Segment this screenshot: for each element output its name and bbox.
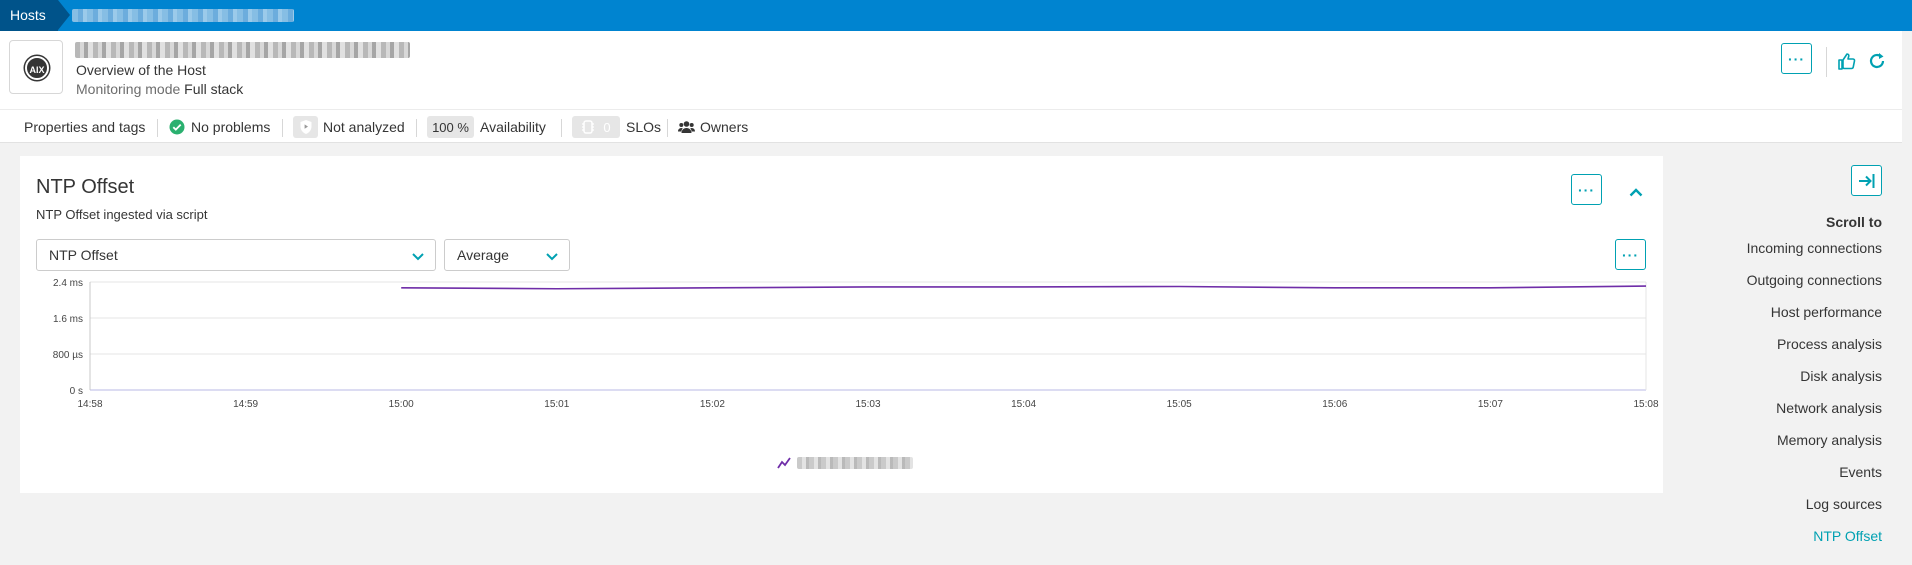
metric-select[interactable]: NTP Offset <box>36 239 436 271</box>
problems-status[interactable]: No problems <box>169 110 270 144</box>
metric-select-value: NTP Offset <box>49 247 118 263</box>
problems-label: No problems <box>191 119 271 135</box>
monitoring-mode-label: Monitoring mode <box>76 81 181 97</box>
divider <box>157 119 158 137</box>
host-name-redacted <box>75 42 410 58</box>
host-header: AIX Overview of the Host Monitoring mode… <box>0 31 1902 109</box>
x-tick-label: 15:03 <box>855 399 880 410</box>
slo-chip: 0 <box>572 116 620 138</box>
availability-label: Availability <box>480 119 546 135</box>
collapse-sidebar-button[interactable] <box>1851 165 1882 196</box>
availability-value: 100 % <box>427 116 474 138</box>
card-subtitle: NTP Offset ingested via script <box>36 207 208 222</box>
divider <box>282 119 283 137</box>
x-tick-label: 15:05 <box>1167 399 1192 410</box>
scroll-nav-item[interactable]: Process analysis <box>1777 336 1882 352</box>
y-tick-label: 800 µs <box>53 350 83 361</box>
x-tick-label: 15:02 <box>700 399 725 410</box>
aggregation-select-value: Average <box>457 247 509 263</box>
header-divider <box>1826 47 1827 77</box>
scroll-nav-item[interactable]: Incoming connections <box>1747 240 1882 256</box>
chevron-down-icon <box>546 253 558 261</box>
x-tick-label: 15:00 <box>389 399 414 410</box>
check-circle-icon <box>169 119 185 135</box>
chart-legend[interactable] <box>777 457 913 469</box>
x-tick-label: 15:06 <box>1322 399 1347 410</box>
availability-status[interactable]: 100 % Availability <box>427 110 546 144</box>
y-tick-label: 1.6 ms <box>53 314 83 325</box>
chevron-down-icon <box>412 253 424 261</box>
scroll-to-title: Scroll to <box>1825 214 1882 230</box>
series-line <box>401 285 1647 290</box>
analysis-status[interactable]: Not analyzed <box>293 110 405 144</box>
page-subtitle: Overview of the Host <box>76 62 206 78</box>
shield-icon <box>293 116 318 138</box>
owners-link[interactable]: Owners <box>678 110 748 144</box>
line-series-icon <box>777 457 791 469</box>
scroll-nav-item[interactable]: Memory analysis <box>1777 432 1882 448</box>
aggregation-select[interactable]: Average <box>444 239 570 271</box>
card-more-button[interactable]: ··· <box>1571 174 1602 205</box>
collapse-card-button[interactable] <box>1620 176 1651 207</box>
host-os-icon-box: AIX <box>9 40 63 94</box>
header-more-button[interactable]: ··· <box>1781 43 1812 74</box>
slo-status[interactable]: 0 SLOs <box>572 110 661 144</box>
scroll-nav-item[interactable]: Outgoing connections <box>1747 272 1882 288</box>
scroll-nav-item[interactable]: Host performance <box>1771 304 1882 320</box>
x-tick-label: 14:58 <box>77 399 102 410</box>
x-tick-label: 14:59 <box>233 399 258 410</box>
users-icon <box>678 121 695 133</box>
scroll-nav-item[interactable]: Disk analysis <box>1800 368 1882 384</box>
slo-label: SLOs <box>626 119 662 135</box>
owners-label: Owners <box>700 119 749 135</box>
scroll-nav-item[interactable]: Events <box>1839 464 1882 480</box>
monitoring-mode: Monitoring mode Full stack <box>76 81 243 97</box>
scroll-nav-item[interactable]: NTP Offset <box>1813 528 1882 544</box>
slo-count: 0 <box>603 119 611 135</box>
host-info-bar: Properties and tags No problems Not anal… <box>0 109 1902 143</box>
breadcrumb-hosts[interactable]: Hosts <box>0 0 70 31</box>
divider <box>561 119 562 137</box>
breadcrumb-host-name-redacted[interactable] <box>72 9 294 22</box>
card-title: NTP Offset <box>36 176 135 198</box>
x-tick-label: 15:01 <box>544 399 569 410</box>
x-tick-label: 15:07 <box>1478 399 1503 410</box>
breadcrumb-bar: Hosts <box>0 0 1912 31</box>
monitoring-mode-value: Full stack <box>184 81 244 97</box>
slo-icon <box>582 120 595 134</box>
thumbs-up-icon[interactable] <box>1837 51 1857 71</box>
divider <box>416 119 417 137</box>
chart-more-button[interactable]: ··· <box>1615 239 1646 270</box>
legend-series-name-redacted <box>797 457 913 469</box>
scroll-nav-item[interactable]: Log sources <box>1806 496 1882 512</box>
aix-icon: AIX <box>25 56 49 80</box>
analysis-label: Not analyzed <box>323 119 405 135</box>
scroll-nav-item[interactable]: Network analysis <box>1776 400 1882 416</box>
y-tick-label: 0 s <box>70 386 83 397</box>
ntp-offset-chart: 0 s 800 µs 1.6 ms 2.4 ms 14:58 14:59 15:00 15:0… <box>53 278 1659 410</box>
refresh-icon[interactable] <box>1867 51 1887 71</box>
chevron-up-icon <box>1629 187 1642 196</box>
properties-and-tags-link[interactable]: Properties and tags <box>24 110 145 144</box>
divider <box>667 119 668 137</box>
collapse-right-icon <box>1858 173 1874 188</box>
ntp-offset-card: NTP Offset NTP Offset ingested via scrip… <box>20 156 1663 493</box>
x-tick-label: 15:08 <box>1633 399 1658 410</box>
y-tick-label: 2.4 ms <box>53 278 83 289</box>
x-tick-label: 15:04 <box>1011 399 1036 410</box>
